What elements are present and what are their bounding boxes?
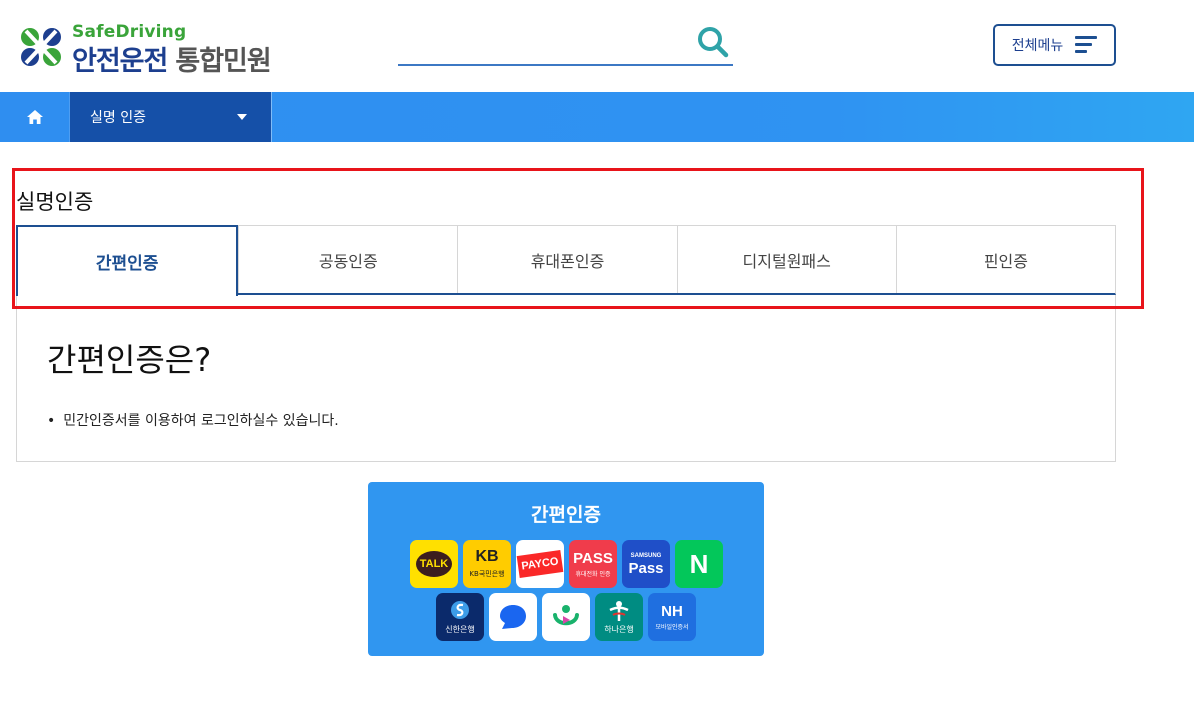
kb-bank-icon[interactable]: KB KB국민은행: [463, 540, 511, 588]
hamburger-icon: [1075, 36, 1098, 54]
samsung-label: SAMSUNG: [630, 552, 662, 559]
all-menu-label: 전체메뉴: [1011, 38, 1064, 54]
toss-icon[interactable]: [489, 593, 537, 641]
caret-down-icon: [237, 114, 247, 120]
home-icon: [26, 110, 43, 124]
nh-bank-icon[interactable]: NH 모바일인증서: [648, 593, 696, 641]
hana-symbol-icon: [609, 600, 629, 621]
search-bar: [398, 24, 733, 66]
kakao-label: TALK: [419, 557, 449, 570]
site-logo[interactable]: SafeDriving 안전운전 통합민원: [16, 22, 306, 77]
shinhan-bank-icon[interactable]: 신한은행: [436, 593, 484, 641]
logo-title: 안전운전 통합민원: [72, 39, 272, 78]
shinhan-symbol-icon: [451, 600, 469, 619]
tab-content-panel: 간편인증은? 민간인증서를 이용하여 로그인하실수 있습니다.: [16, 295, 1116, 462]
speech-bubble-icon: [500, 605, 526, 629]
content-description: 민간인증서를 이용하여 로그인하실수 있습니다.: [47, 410, 338, 430]
tab-simple-auth[interactable]: 간편인증: [16, 225, 239, 298]
payco-label: PAYCO: [520, 554, 560, 573]
samsung-pass-label: Pass: [628, 559, 664, 577]
search-icon[interactable]: [697, 26, 729, 58]
all-menu-button[interactable]: 전체메뉴: [993, 24, 1116, 66]
pass-sublabel: 휴대전화 인증: [575, 570, 611, 578]
naver-label: N: [689, 549, 709, 579]
tab-digital-onepass[interactable]: 디지털원패스: [676, 226, 896, 293]
kb-sublabel: KB국민은행: [469, 570, 505, 578]
kb-label: KB: [475, 548, 499, 565]
pass-icon[interactable]: PASS 휴대전화 인증: [569, 540, 617, 588]
nav-divider: [271, 92, 272, 142]
simple-auth-title: 간편인증: [531, 504, 601, 526]
shinhan-label: 신한은행: [445, 624, 475, 634]
hana-label: 하나은행: [604, 624, 634, 634]
simple-auth-button[interactable]: 간편인증 TALK KB KB국민은행 PAYCO PASS 휴대전화 인증 S…: [368, 482, 764, 656]
auth-tabs: 간편인증 공동인증 휴대폰인증 디지털원패스 핀인증: [16, 225, 1116, 298]
home-button[interactable]: [0, 92, 70, 142]
logo-title-gray: 통합민원: [175, 46, 271, 77]
tab-joint-cert[interactable]: 공동인증: [238, 226, 458, 293]
page-title: 실명인증: [16, 190, 94, 214]
naver-icon[interactable]: N: [675, 540, 723, 588]
site-header: SafeDriving 안전운전 통합민원 전체메뉴: [0, 0, 1194, 92]
breadcrumb-current: 실명 인증: [90, 110, 146, 126]
face-smile-icon: [553, 605, 579, 626]
breadcrumb-dropdown[interactable]: 실명 인증: [70, 92, 271, 142]
nh-sublabel: 모바일인증서: [655, 623, 689, 631]
banksalad-icon[interactable]: [542, 593, 590, 641]
payco-icon[interactable]: PAYCO: [516, 540, 564, 588]
samsung-pass-icon[interactable]: SAMSUNG Pass: [622, 540, 670, 588]
hana-bank-icon[interactable]: 하나은행: [595, 593, 643, 641]
nh-label: NH: [661, 602, 683, 620]
location-navbar: 실명 인증: [0, 92, 1194, 142]
pass-label: PASS: [573, 549, 613, 567]
clover-logo-icon: [16, 25, 66, 69]
tab-pin-auth[interactable]: 핀인증: [895, 226, 1116, 293]
search-input[interactable]: [398, 30, 688, 60]
kakao-icon[interactable]: TALK: [410, 540, 458, 588]
logo-title-main: 안전운전: [72, 46, 168, 77]
tab-phone-auth[interactable]: 휴대폰인증: [457, 226, 677, 293]
content-heading: 간편인증은?: [47, 341, 212, 379]
